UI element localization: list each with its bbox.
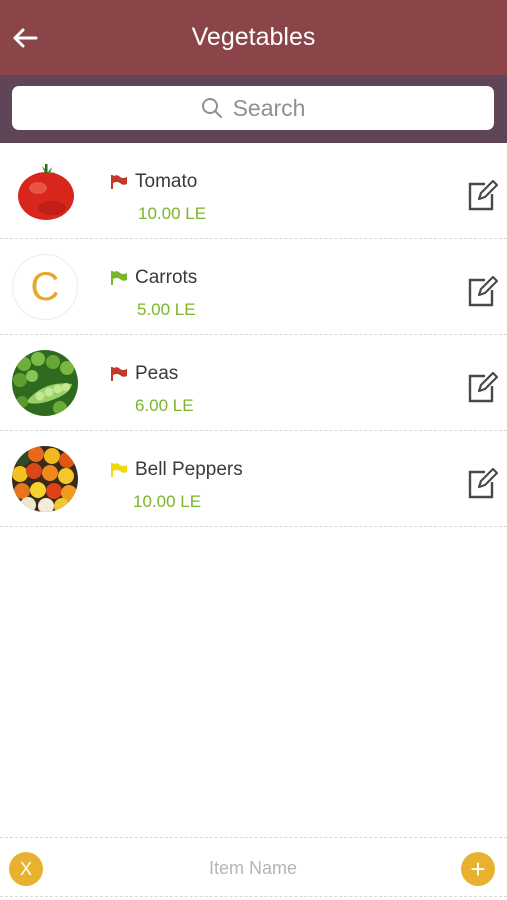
list-item[interactable]: Tomato 10.00 LE xyxy=(0,143,507,239)
item-price: 6.00 LE xyxy=(135,396,194,415)
search-placeholder: Search xyxy=(232,94,306,121)
tomato-thumbnail xyxy=(12,158,78,224)
item-name: Peas xyxy=(135,363,179,384)
list-item[interactable]: Peas 6.00 LE xyxy=(0,335,507,431)
item-price: 5.00 LE xyxy=(137,300,196,319)
peas-thumbnail xyxy=(12,350,78,416)
edit-icon xyxy=(468,371,499,403)
edit-icon xyxy=(468,467,499,499)
edit-button[interactable] xyxy=(466,370,499,404)
item-price: 10.00 LE xyxy=(138,204,207,223)
edit-icon xyxy=(468,179,499,211)
list-item[interactable]: Bell Peppers 10.00 LE xyxy=(0,431,507,527)
item-name-input[interactable] xyxy=(60,851,446,885)
flag-icon xyxy=(111,463,127,477)
bell-peppers-thumbnail xyxy=(12,446,78,512)
edit-button[interactable] xyxy=(466,466,499,500)
carrots-thumbnail: C xyxy=(12,254,78,320)
edit-icon xyxy=(468,275,499,307)
clear-button[interactable]: X xyxy=(9,852,43,886)
page-title: Vegetables xyxy=(191,23,316,51)
item-name: Tomato xyxy=(135,171,198,192)
search-bar: Search xyxy=(0,75,507,143)
item-list: Tomato 10.00 LE C Carrots 5.00 LE Peas 6… xyxy=(0,143,507,527)
flag-icon xyxy=(111,271,127,285)
flag-icon xyxy=(111,367,127,381)
add-button[interactable]: + xyxy=(461,852,495,886)
item-name: Bell Peppers xyxy=(135,459,243,480)
item-name: Carrots xyxy=(135,267,198,288)
edit-button[interactable] xyxy=(466,274,499,308)
search-icon xyxy=(201,98,222,118)
list-item[interactable]: C Carrots 5.00 LE xyxy=(0,239,507,335)
flag-icon xyxy=(111,175,127,189)
item-price: 10.00 LE xyxy=(133,492,202,511)
app-header: Vegetables xyxy=(0,0,507,75)
edit-button[interactable] xyxy=(466,178,499,212)
add-item-bar: X + xyxy=(0,837,507,897)
search-input[interactable]: Search xyxy=(12,86,494,130)
